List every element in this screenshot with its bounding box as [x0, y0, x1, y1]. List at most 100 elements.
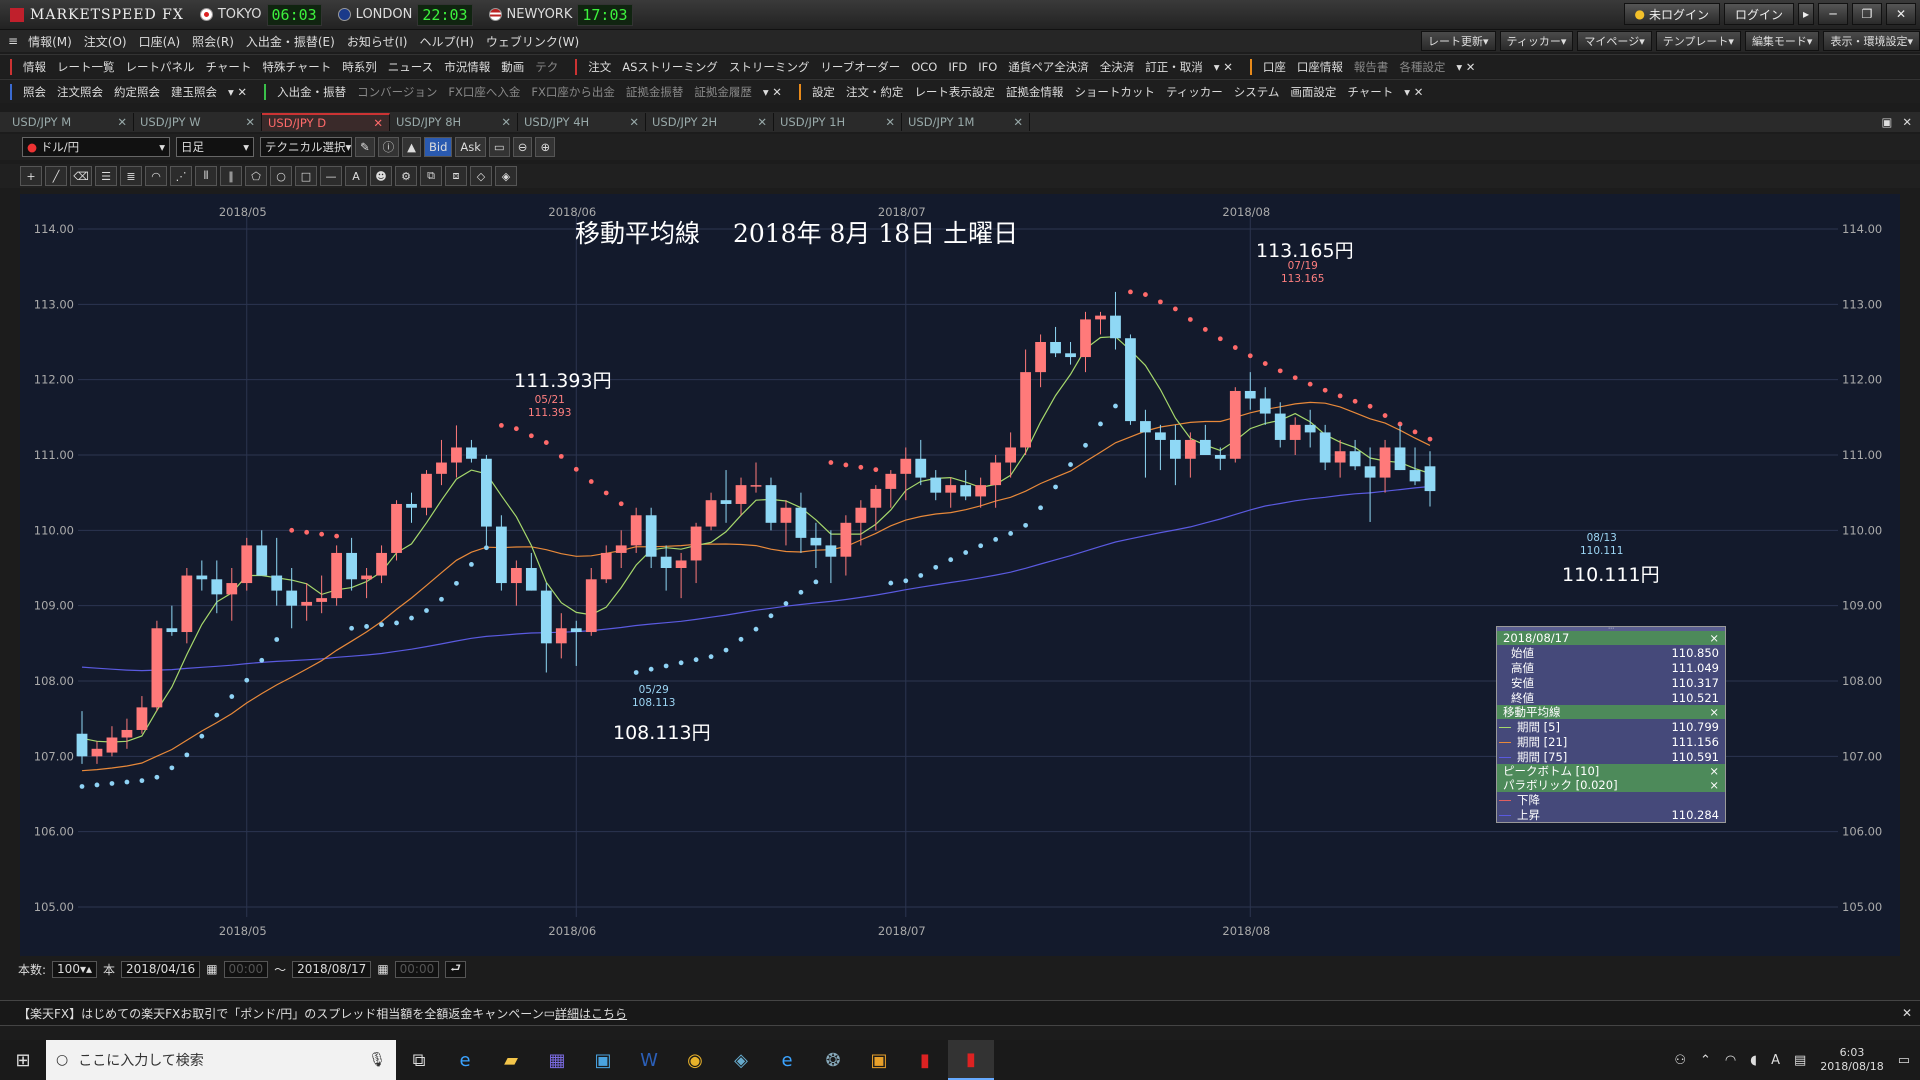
delete-all-icon[interactable]: ◈ [495, 166, 517, 186]
from-time-input[interactable]: 00:00 [223, 960, 269, 978]
tab-close-icon[interactable]: ✕ [1013, 115, 1023, 129]
tb-video[interactable]: 動画 [501, 59, 524, 75]
tab-usdjpy-m[interactable]: USD/JPY M ✕ [6, 113, 134, 131]
close-icon[interactable]: × [1709, 764, 1719, 778]
pen-icon[interactable]: ✎ [355, 137, 375, 157]
info-icon[interactable]: ⓘ [377, 137, 400, 157]
app3-icon[interactable]: ▣ [856, 1040, 902, 1080]
paste-icon[interactable]: ⧈ [445, 166, 467, 186]
from-date-input[interactable]: 2018/04/16 [121, 960, 201, 978]
window-app-icon[interactable]: ▣ [580, 1040, 626, 1080]
tab-usdjpy-4h[interactable]: USD/JPY 4H ✕ [518, 113, 646, 131]
tb-margin-history[interactable]: 証拠金履歴 [694, 84, 752, 100]
tb-ifo[interactable]: IFO [978, 60, 997, 74]
dropdown-icon[interactable]: ▾ ✕ [1214, 60, 1233, 74]
tab-usdjpy-2h[interactable]: USD/JPY 2H ✕ [646, 113, 774, 131]
calendar-icon[interactable]: ▦ [377, 962, 388, 976]
tb-settings[interactable]: 各種設定 [1399, 59, 1445, 75]
tb-ticker[interactable]: ティッカー [1166, 84, 1223, 100]
menu-weblink[interactable]: ウェブリンク(W) [486, 33, 579, 50]
candlestick-chart[interactable]: 114.00 114.00 113.00 113.00 112.00 112.00 111.… [20, 194, 1900, 956]
vlines-icon[interactable]: ⦀ [195, 166, 217, 186]
count-select[interactable]: 100 ▾▴ [52, 960, 97, 978]
close-icon[interactable]: × [1709, 778, 1719, 792]
ask-button[interactable]: Ask [455, 137, 486, 157]
to-date-input[interactable]: 2018/08/17 [292, 960, 372, 978]
tb-margin-transfer[interactable]: 証拠金振替 [626, 84, 684, 100]
maximize-icon[interactable]: ▣ [1881, 115, 1892, 129]
tray-up-icon[interactable]: ⌃ [1700, 1053, 1711, 1068]
task-view-icon[interactable]: ⧉ [396, 1040, 442, 1080]
tb-market[interactable]: 市況情報 [444, 59, 490, 75]
copy-icon[interactable]: ⧉ [420, 166, 442, 186]
fan-icon[interactable]: ⋰ [170, 166, 192, 186]
tb-streaming[interactable]: ストリーミング [729, 59, 810, 75]
edge-icon[interactable]: e [764, 1040, 810, 1080]
tb-chart-setting[interactable]: チャート [1347, 84, 1393, 100]
explorer-icon[interactable]: ▰ [488, 1040, 534, 1080]
dropdown-icon[interactable]: ▾ ✕ [1404, 85, 1423, 99]
menu-inquiry[interactable]: 照会(R) [192, 33, 234, 50]
grid-lines-icon[interactable]: ≣ [120, 166, 142, 186]
close-icon[interactable]: ✕ [1886, 3, 1916, 25]
menu-order[interactable]: 注文(O) [84, 33, 127, 50]
tb-inquiry[interactable]: 照会 [23, 84, 46, 100]
edit-mode-button[interactable]: 編集モード▾ [1744, 31, 1820, 51]
menu-toggle-icon[interactable]: ≡ [8, 34, 18, 48]
tb-setting[interactable]: 設定 [812, 84, 835, 100]
volume-icon[interactable]: ◖ [1750, 1053, 1757, 1068]
tb-fx-withdraw[interactable]: FX口座から出金 [531, 84, 615, 100]
chart-type-icon[interactable]: ▭ [488, 137, 510, 157]
tb-as-streaming[interactable]: ASストリーミング [622, 59, 718, 75]
tb-modify-cancel[interactable]: 訂正・取消 [1145, 59, 1203, 75]
bid-button[interactable]: Bid [424, 137, 453, 157]
area-chart-icon[interactable]: ▲ [402, 137, 421, 157]
tb-pair-settle[interactable]: 通貨ペア全決済 [1008, 59, 1089, 75]
tb-tech[interactable]: テク [535, 59, 558, 75]
taskbar-search[interactable]: ○ ここに入力して検索 🎙 [46, 1040, 396, 1080]
app2-icon[interactable]: ❂ [810, 1040, 856, 1080]
ime-icon[interactable]: A [1771, 1053, 1780, 1068]
ime-mode-icon[interactable]: ▤ [1794, 1053, 1806, 1068]
tb-order-exec[interactable]: 注文・約定 [846, 84, 904, 100]
tab-close-icon[interactable]: ✕ [245, 115, 255, 129]
tab-usdjpy-1m[interactable]: USD/JPY 1M ✕ [902, 113, 1030, 131]
tb-margin-info[interactable]: 証拠金情報 [1006, 84, 1064, 100]
app-icon[interactable]: ◈ [718, 1040, 764, 1080]
tb-shortcut[interactable]: ショートカット [1074, 84, 1155, 100]
menu-info[interactable]: 情報(M) [28, 33, 72, 50]
ie-icon[interactable]: e [442, 1040, 488, 1080]
restore-icon[interactable]: ❐ [1852, 3, 1882, 25]
close-icon[interactable]: × [1709, 705, 1719, 719]
delete-icon[interactable]: ◇ [470, 166, 492, 186]
rate-update-button[interactable]: レート更新▾ [1421, 31, 1496, 51]
to-time-input[interactable]: 00:00 [394, 960, 440, 978]
menu-account[interactable]: 口座(A) [139, 33, 181, 50]
tb-chart[interactable]: チャート [206, 59, 252, 75]
tab-close-icon[interactable]: ✕ [629, 115, 639, 129]
tab-close-icon[interactable]: ✕ [501, 115, 511, 129]
tb-rate-panel[interactable]: レートパネル [126, 59, 195, 75]
network-icon[interactable]: ◠ [1725, 1053, 1736, 1068]
ticker-button[interactable]: ティッカー▾ [1499, 31, 1574, 51]
crosshair-icon[interactable]: + [20, 166, 42, 186]
tab-close-icon[interactable]: ✕ [373, 116, 383, 130]
dropdown-icon[interactable]: ▾ ✕ [228, 85, 247, 99]
rectangle-icon[interactable]: □ [295, 166, 317, 186]
tb-settle-all[interactable]: 全決済 [1100, 59, 1135, 75]
tb-order-inquiry[interactable]: 注文照会 [57, 84, 103, 100]
circle-icon[interactable]: ○ [270, 166, 292, 186]
marketspeed-icon[interactable]: ▮ [902, 1040, 948, 1080]
text-icon[interactable]: A [345, 166, 367, 186]
dropdown-icon[interactable]: ▾ ✕ [1456, 60, 1475, 74]
tb-position-inquiry[interactable]: 建玉照会 [171, 84, 217, 100]
settings-icon[interactable]: ⚙ [395, 166, 417, 186]
tab-close-icon[interactable]: ✕ [117, 115, 127, 129]
refresh-icon[interactable]: ⮐ [445, 960, 467, 978]
eraser-icon[interactable]: ⌫ [70, 166, 92, 186]
tb-system[interactable]: システム [1234, 84, 1280, 100]
tab-usdjpy-w[interactable]: USD/JPY W ✕ [134, 113, 262, 131]
tb-rate-display[interactable]: レート表示設定 [914, 84, 995, 100]
tb-info[interactable]: 情報 [23, 59, 46, 75]
login-button[interactable]: ログイン [1724, 3, 1794, 25]
